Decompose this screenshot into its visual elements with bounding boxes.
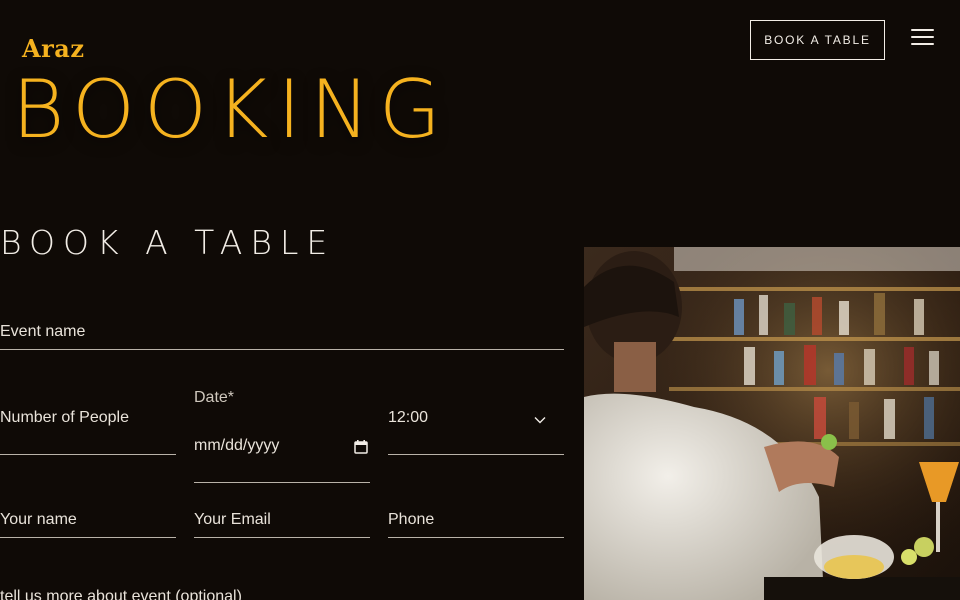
date-label: Date* bbox=[194, 389, 235, 406]
phone-placeholder: Phone bbox=[388, 511, 435, 528]
event-notes-label: tell us more about event (optional) bbox=[0, 588, 242, 600]
event-name-placeholder: Event name bbox=[0, 323, 86, 340]
form-title: BOOK A TABLE bbox=[0, 223, 336, 262]
your-email-field[interactable]: Your Email bbox=[194, 498, 370, 538]
bar-photo bbox=[584, 247, 960, 600]
chevron-down-icon bbox=[534, 417, 546, 424]
time-select[interactable]: 12:00 bbox=[388, 400, 564, 455]
calendar-icon[interactable] bbox=[354, 440, 368, 454]
logo[interactable]: Araz bbox=[22, 34, 84, 63]
phone-field[interactable]: Phone bbox=[388, 498, 564, 538]
your-name-field[interactable]: Your name bbox=[0, 498, 176, 538]
date-placeholder: mm/dd/yyyy bbox=[194, 437, 280, 454]
your-email-placeholder: Your Email bbox=[194, 511, 271, 528]
number-of-people-field[interactable]: Number of People bbox=[0, 400, 176, 455]
number-of-people-placeholder: Number of People bbox=[0, 409, 129, 426]
date-field[interactable]: mm/dd/yyyy bbox=[194, 428, 370, 483]
your-name-placeholder: Your name bbox=[0, 511, 77, 528]
hamburger-menu-icon[interactable] bbox=[911, 29, 934, 47]
event-name-field[interactable]: Event name bbox=[0, 310, 564, 350]
time-value: 12:00 bbox=[388, 409, 429, 426]
page-title: BOOKING bbox=[12, 63, 450, 156]
book-a-table-button[interactable]: BOOK A TABLE bbox=[750, 20, 885, 60]
